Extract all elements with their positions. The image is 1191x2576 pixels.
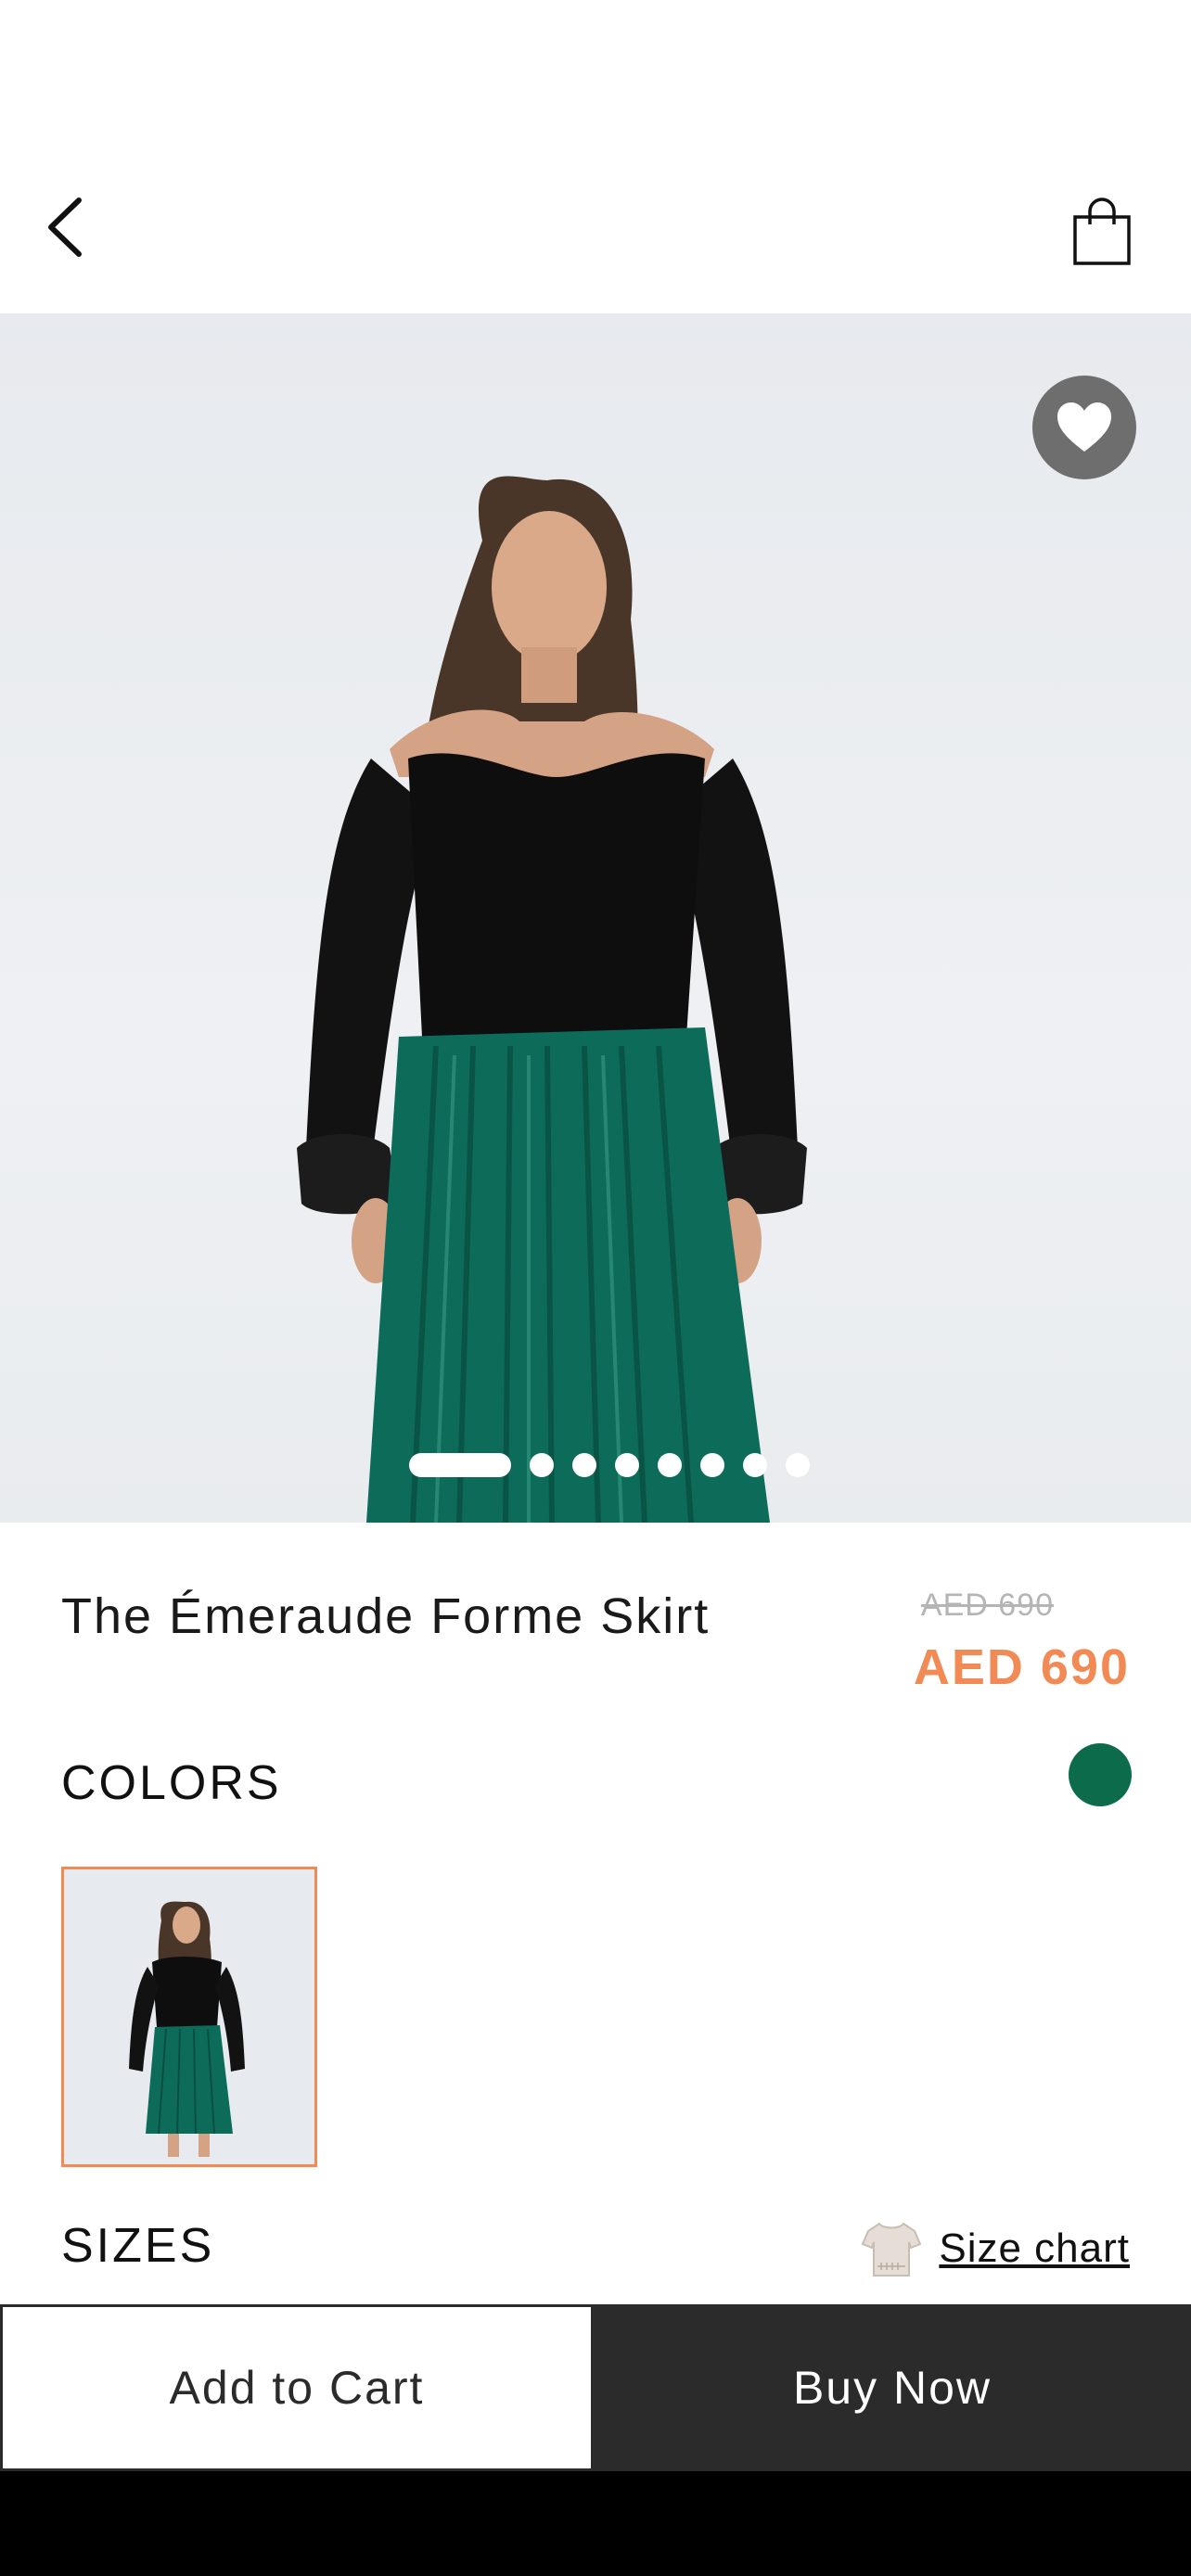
top-header — [0, 0, 1191, 313]
color-variant-thumbnail[interactable] — [61, 1867, 317, 2167]
pagination-dot-active[interactable] — [409, 1453, 511, 1477]
size-chart-label: Size chart — [939, 2225, 1130, 2271]
original-price: AED 690 — [920, 1588, 1054, 1623]
pagination-dot[interactable] — [572, 1453, 596, 1477]
gallery-pagination — [0, 1451, 1191, 1479]
color-swatch-green[interactable] — [1069, 1743, 1132, 1806]
pagination-dot[interactable] — [615, 1453, 639, 1477]
size-chart-link[interactable]: Size chart — [861, 2218, 1130, 2279]
tshirt-icon — [862, 2222, 922, 2276]
shopping-bag-icon — [1073, 198, 1131, 265]
colors-heading: COLORS — [61, 1756, 282, 1810]
product-image-gallery[interactable] — [0, 313, 1191, 1523]
pagination-dot[interactable] — [530, 1453, 554, 1477]
product-title: The Émeraude Forme Skirt — [61, 1588, 711, 1644]
chevron-left-icon — [48, 198, 82, 257]
pagination-dot[interactable] — [700, 1453, 724, 1477]
sizes-heading: SIZES — [61, 2219, 215, 2273]
shopping-bag-button[interactable] — [1057, 185, 1146, 278]
favorite-button[interactable] — [1032, 376, 1136, 479]
back-button[interactable] — [28, 185, 102, 269]
bottom-action-bar: Add to Cart Buy Now — [0, 2304, 1191, 2471]
heart-icon — [1057, 402, 1111, 452]
buy-now-button[interactable]: Buy Now — [594, 2304, 1191, 2471]
system-home-bar — [0, 2471, 1191, 2576]
pagination-dot[interactable] — [658, 1453, 682, 1477]
pagination-dot[interactable] — [786, 1453, 810, 1477]
pagination-dot[interactable] — [743, 1453, 767, 1477]
current-price: AED 690 — [913, 1639, 1130, 1695]
add-to-cart-button[interactable]: Add to Cart — [0, 2304, 594, 2471]
thumbnail-photo — [64, 1869, 314, 2164]
product-photo — [297, 476, 807, 1523]
